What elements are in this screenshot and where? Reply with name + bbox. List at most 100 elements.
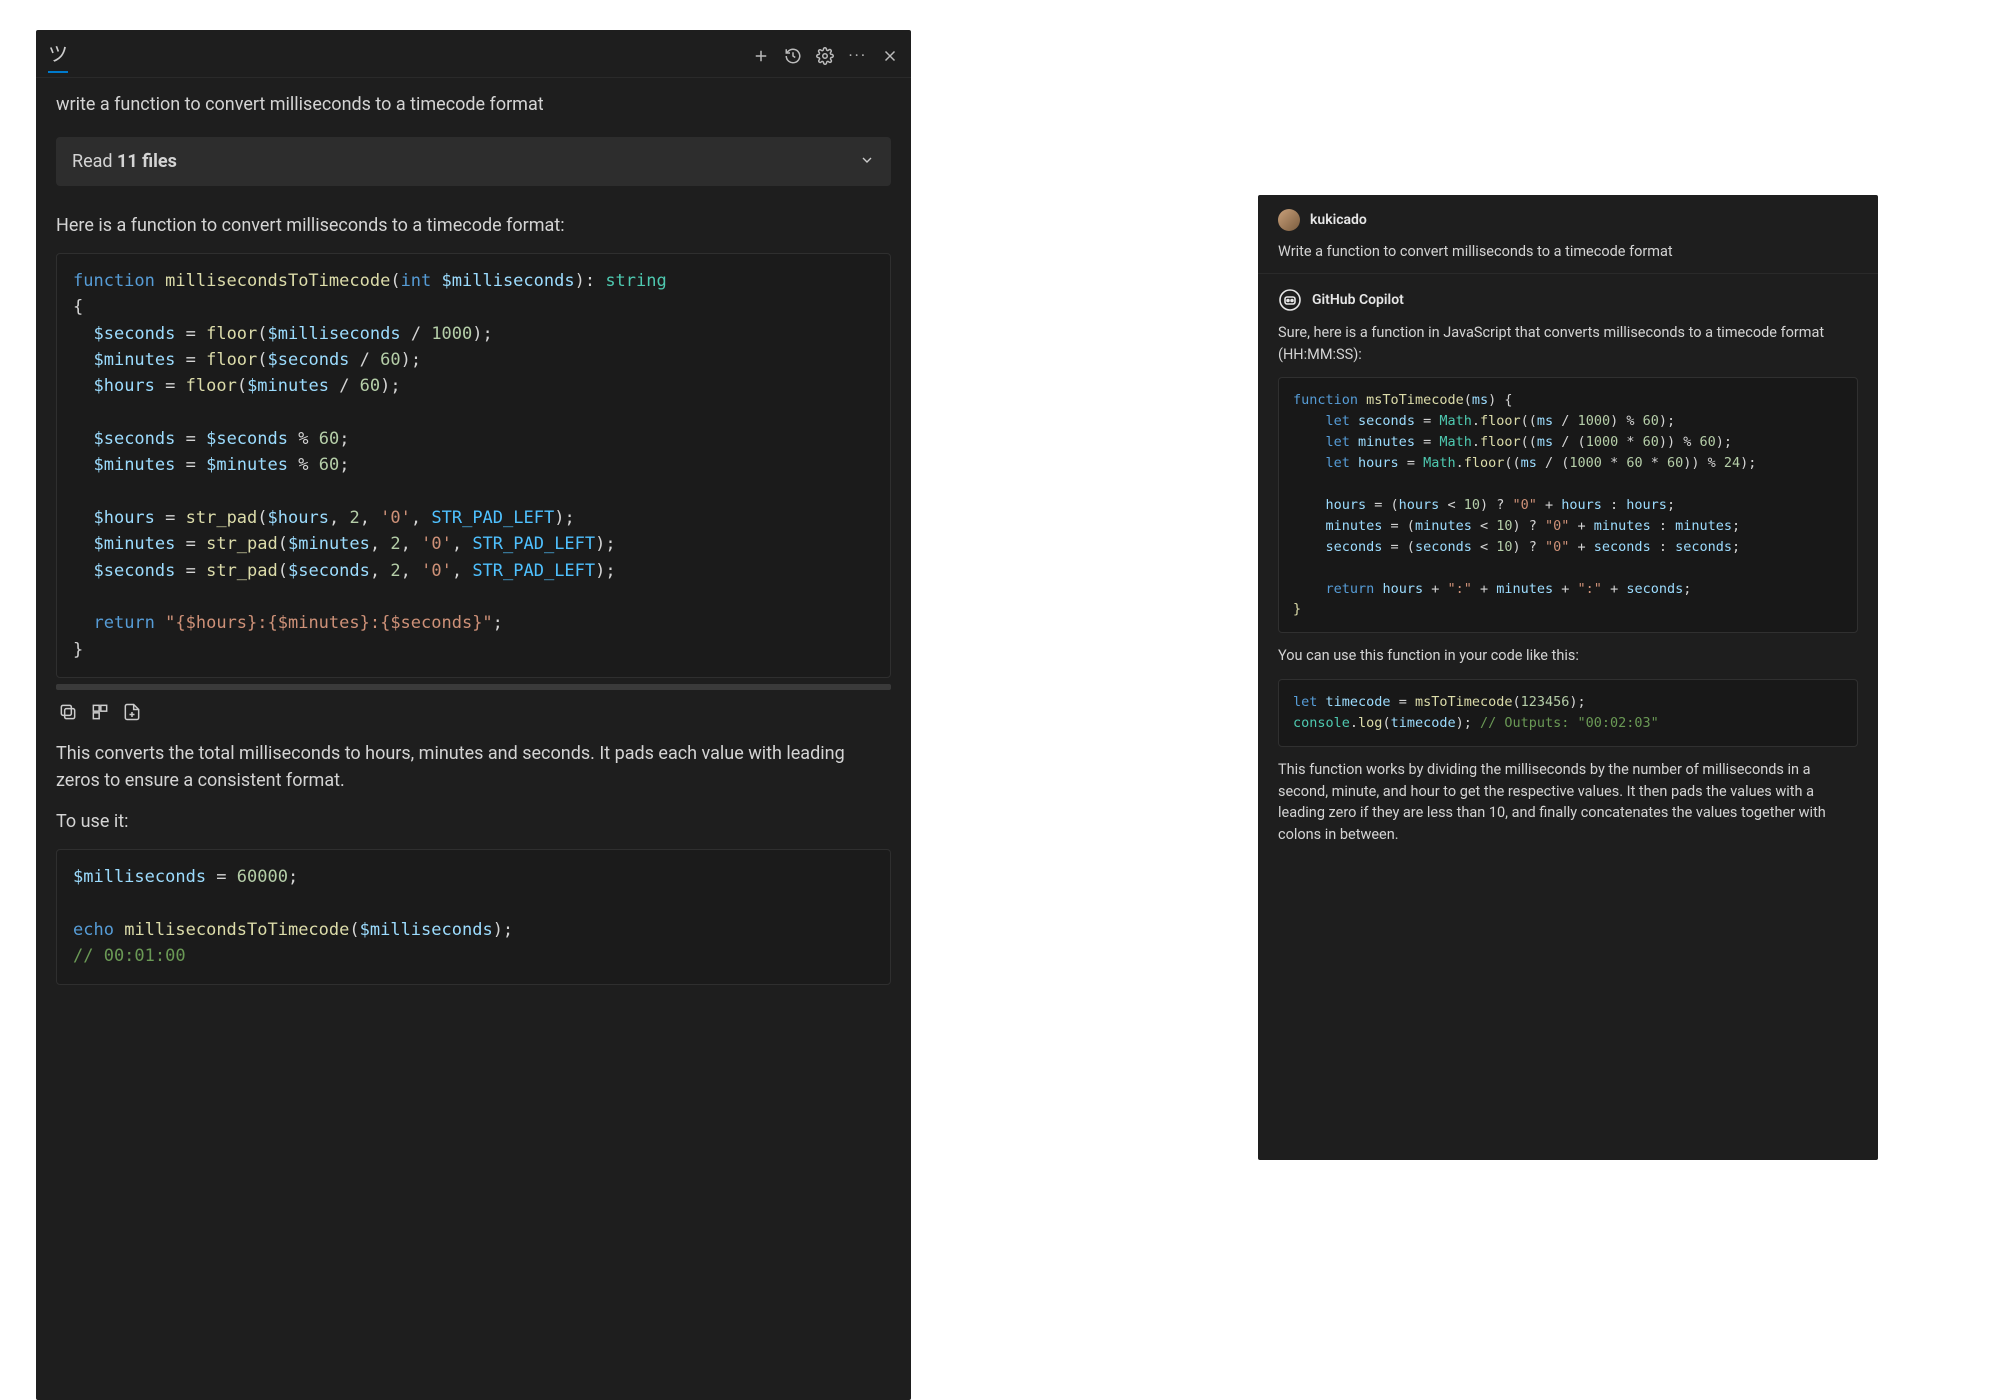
p: );: [472, 324, 492, 344]
op: /: [329, 376, 360, 396]
s: '0': [421, 561, 452, 581]
fn: str_pad: [206, 561, 278, 581]
sp: [155, 613, 165, 633]
more-icon[interactable]: ···: [848, 46, 867, 65]
p: );: [401, 350, 421, 370]
p: (: [257, 324, 267, 344]
code-block-php-usage: $milliseconds = 60000; echo milliseconds…: [56, 849, 891, 984]
fn: floor: [186, 376, 237, 396]
code-block-js-usage: let timecode = msToTimecode(123456); con…: [1278, 679, 1858, 747]
assistant-explain-1: This converts the total milliseconds to …: [56, 740, 891, 794]
header-actions: ···: [752, 46, 899, 65]
v: hours: [1382, 581, 1423, 597]
op: +: [1537, 497, 1561, 513]
eq: =: [1391, 694, 1415, 710]
p: .: [1350, 715, 1358, 731]
new-chat-icon[interactable]: [752, 47, 770, 65]
user-prompt: write a function to convert milliseconds…: [56, 94, 891, 115]
p: = (: [1382, 539, 1415, 555]
p: ,: [329, 508, 349, 528]
fn: floor: [206, 350, 257, 370]
s: '0': [421, 534, 452, 554]
kw: let: [1326, 434, 1350, 450]
assistant-intro: Here is a function to convert millisecon…: [56, 212, 891, 239]
p: :: [1602, 497, 1626, 513]
p: );: [1716, 434, 1732, 450]
kw: return: [93, 613, 154, 633]
assistant-explain-2: To use it:: [56, 808, 891, 835]
p: ,: [452, 534, 472, 554]
kw: let: [1293, 694, 1317, 710]
p: ) ?: [1480, 497, 1513, 513]
op: +: [1602, 581, 1626, 597]
insert-into-file-icon[interactable]: [122, 702, 142, 722]
ret: string: [605, 271, 666, 291]
p: );: [380, 376, 400, 396]
p: ) %: [1610, 413, 1643, 429]
eq: =: [206, 867, 237, 887]
insert-at-cursor-icon[interactable]: [90, 702, 110, 722]
n: 2: [390, 534, 400, 554]
v: timecode: [1326, 694, 1391, 710]
fn: millisecondsToTimecode: [124, 920, 349, 940]
copy-icon[interactable]: [58, 702, 78, 722]
fn: floor: [1480, 413, 1521, 429]
eq: =: [1415, 434, 1439, 450]
fn: floor: [1464, 455, 1505, 471]
settings-icon[interactable]: [816, 47, 834, 65]
kw: let: [1326, 455, 1350, 471]
s: ":": [1578, 581, 1602, 597]
fn: str_pad: [186, 508, 258, 528]
p: ;: [339, 455, 349, 475]
p: .: [1472, 434, 1480, 450]
n: 123456: [1521, 694, 1570, 710]
p: ;: [1667, 497, 1675, 513]
n: 60: [1643, 413, 1659, 429]
v: $milliseconds: [73, 867, 206, 887]
op: %: [288, 455, 319, 475]
p: ):: [575, 271, 606, 291]
obj: Math: [1423, 455, 1456, 471]
v: timecode: [1391, 715, 1456, 731]
expander-label: Read 11 files: [72, 151, 177, 172]
p: (: [1513, 694, 1521, 710]
expander-prefix: Read: [72, 151, 117, 172]
v: $minutes: [93, 455, 175, 475]
n: 60: [1643, 434, 1659, 450]
fn: log: [1358, 715, 1382, 731]
op: <: [1439, 497, 1463, 513]
p: ;: [1732, 518, 1740, 534]
n: 24: [1724, 455, 1740, 471]
p: );: [595, 561, 615, 581]
s: "0": [1512, 497, 1536, 513]
read-files-expander[interactable]: Read 11 files: [56, 137, 891, 186]
history-icon[interactable]: [784, 47, 802, 65]
p: (: [390, 271, 400, 291]
n: 10: [1464, 497, 1480, 513]
brace: {: [73, 297, 83, 317]
p: ((: [1521, 413, 1537, 429]
chat-panel-left: ツ ··· write a function to convert millis…: [36, 30, 911, 1400]
v: $minutes: [93, 534, 175, 554]
p: ;: [1732, 539, 1740, 555]
kw: function: [1293, 392, 1358, 408]
op: +: [1423, 581, 1447, 597]
close-icon[interactable]: [881, 47, 899, 65]
eq: =: [175, 561, 206, 581]
p: );: [493, 920, 513, 940]
v: seconds: [1626, 581, 1683, 597]
fn: millisecondsToTimecode: [165, 271, 390, 291]
op: *: [1618, 434, 1642, 450]
p: (: [278, 534, 288, 554]
n: 1000: [431, 324, 472, 344]
code-divider: [56, 684, 891, 690]
p: );: [1569, 694, 1585, 710]
kw: let: [1326, 413, 1350, 429]
user-avatar: [1278, 209, 1300, 231]
v: hours: [1626, 497, 1667, 513]
v: $minutes: [288, 534, 370, 554]
p: ;: [339, 429, 349, 449]
kw: echo: [73, 920, 114, 940]
c: STR_PAD_LEFT: [431, 508, 554, 528]
v: ms: [1472, 392, 1488, 408]
